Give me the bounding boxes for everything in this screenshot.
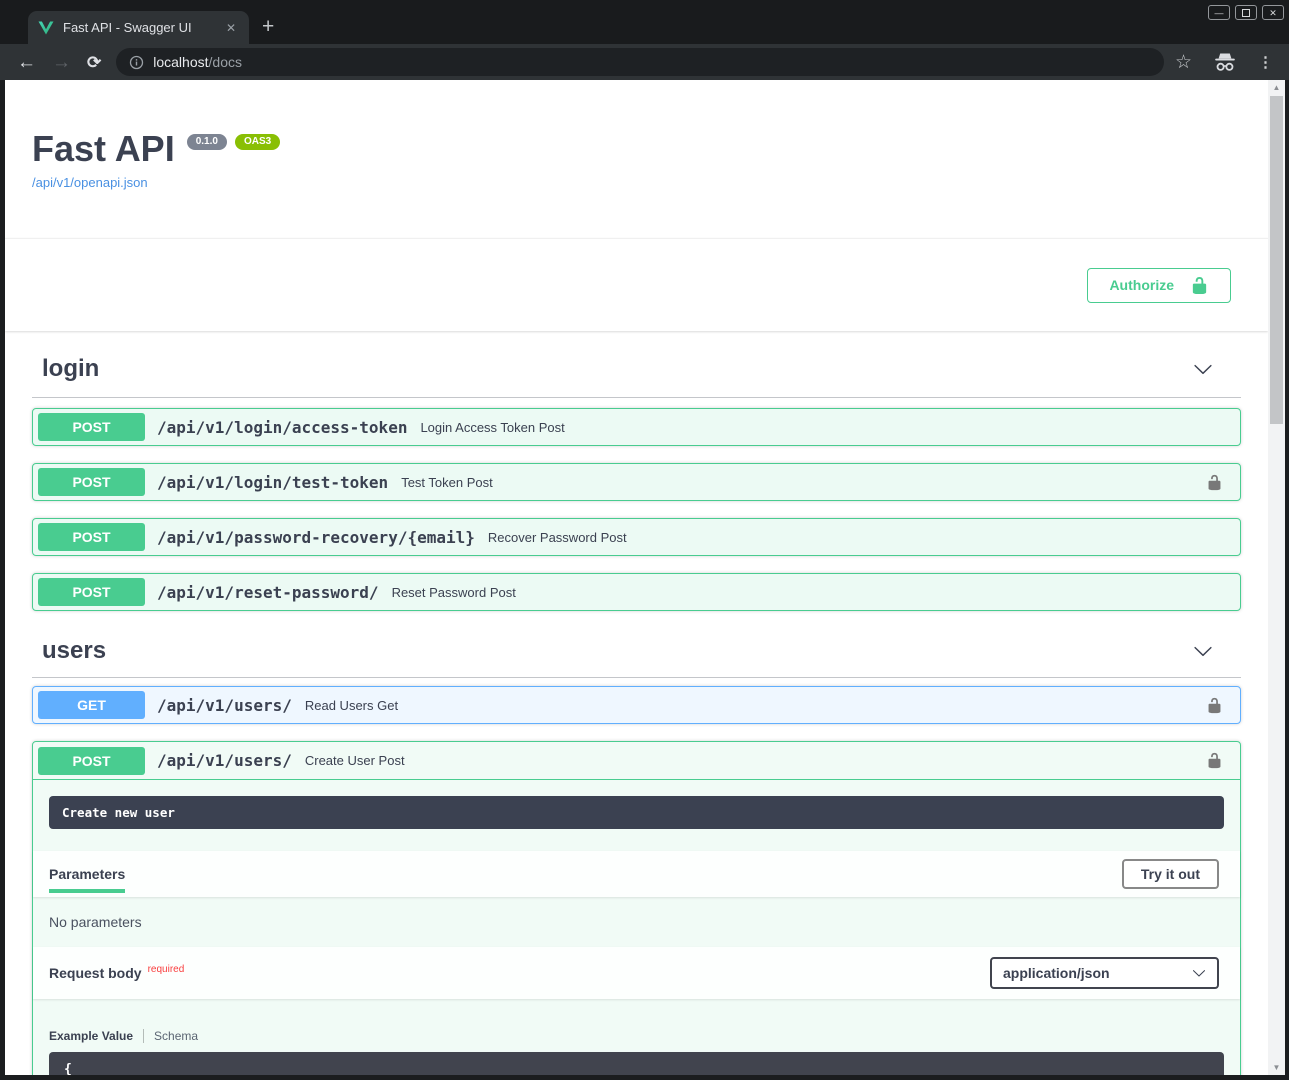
chevron-down-icon — [1192, 966, 1206, 980]
method-badge: GET — [38, 691, 145, 719]
oas3-badge: OAS3 — [235, 134, 280, 150]
authorize-button[interactable]: Authorize — [1087, 268, 1231, 303]
auth-lock-button[interactable] — [1206, 697, 1223, 714]
op-summary: Reset Password Post — [392, 585, 516, 600]
section-login-header[interactable]: login — [32, 345, 1241, 398]
required-label: required — [148, 964, 185, 975]
auth-lock-button[interactable] — [1206, 474, 1223, 491]
op-block-create-user: POST /api/v1/users/ Create User Post Cre… — [32, 741, 1241, 1075]
section-title: login — [42, 355, 99, 383]
authorize-label: Authorize — [1109, 277, 1174, 293]
page-title: Fast API 0.1.0 OAS3 — [32, 128, 1241, 170]
section-users-header[interactable]: users — [32, 631, 1241, 678]
tab-close-icon[interactable]: ✕ — [223, 21, 239, 35]
tab-example-value[interactable]: Example Value — [49, 1029, 133, 1043]
op-summary: Login Access Token Post — [420, 420, 564, 435]
op-row-login-test-token[interactable]: POST /api/v1/login/test-token Test Token… — [32, 463, 1241, 501]
op-row-login-access-token[interactable]: POST /api/v1/login/access-token Login Ac… — [32, 408, 1241, 446]
method-badge: POST — [38, 523, 145, 551]
op-row-create-user[interactable]: POST /api/v1/users/ Create User Post — [33, 742, 1240, 780]
new-tab-button[interactable]: + — [262, 13, 274, 41]
method-badge: POST — [38, 747, 145, 775]
auth-lock-button[interactable] — [1206, 752, 1223, 769]
content-type-select[interactable]: application/json — [990, 957, 1219, 989]
bookmark-star-icon[interactable]: ☆ — [1175, 51, 1192, 74]
content-type-value: application/json — [1003, 965, 1110, 981]
request-body-header: Request body required application/json — [33, 947, 1240, 999]
op-path: /api/v1/users/ — [157, 696, 292, 715]
window-controls: — ✕ — [1208, 5, 1284, 20]
tab-schema[interactable]: Schema — [154, 1029, 198, 1043]
section-users-ops: GET /api/v1/users/ Read Users Get POST /… — [32, 686, 1241, 1075]
maximize-button[interactable] — [1235, 5, 1257, 20]
op-summary: Read Users Get — [305, 698, 398, 713]
scroll-down-icon[interactable]: ▼ — [1268, 1060, 1285, 1075]
toolbar-actions: ☆ ⋮ — [1175, 51, 1273, 74]
unlock-icon — [1190, 276, 1209, 295]
close-button[interactable]: ✕ — [1262, 5, 1284, 20]
title-badges: 0.1.0 OAS3 — [187, 134, 280, 150]
op-row-read-users[interactable]: GET /api/v1/users/ Read Users Get — [32, 686, 1241, 724]
tab-strip: Fast API - Swagger UI ✕ + — ✕ — [0, 0, 1289, 44]
parameters-header: Parameters Try it out — [33, 851, 1240, 897]
browser-window: Fast API - Swagger UI ✕ + — ✕ ← → ⟳ loca… — [0, 0, 1289, 1080]
tab-parameters[interactable]: Parameters — [49, 851, 125, 897]
op-row-password-recovery[interactable]: POST /api/v1/password-recovery/{email} R… — [32, 518, 1241, 556]
scrollbar-thumb[interactable] — [1270, 96, 1283, 424]
unlock-icon — [1206, 697, 1223, 714]
scroll-up-icon[interactable]: ▲ — [1268, 80, 1285, 95]
op-path: /api/v1/login/access-token — [157, 418, 407, 437]
scrollbar[interactable]: ▲ ▼ — [1268, 80, 1285, 1075]
unlock-icon — [1206, 752, 1223, 769]
section-title: users — [42, 637, 106, 665]
op-row-reset-password[interactable]: POST /api/v1/reset-password/ Reset Passw… — [32, 573, 1241, 611]
method-badge: POST — [38, 468, 145, 496]
try-it-out-button[interactable]: Try it out — [1122, 859, 1219, 889]
chevron-down-icon[interactable] — [1193, 359, 1213, 379]
forward-icon[interactable]: → — [52, 53, 71, 72]
request-body-text: Request body — [49, 965, 142, 981]
url-bar[interactable]: localhost/docs — [116, 48, 1164, 76]
section-login: login POST /api/v1/login/access-token Lo… — [32, 345, 1241, 611]
example-code-block: { — [49, 1052, 1224, 1075]
section-login-ops: POST /api/v1/login/access-token Login Ac… — [32, 408, 1241, 611]
unlock-icon — [1206, 474, 1223, 491]
api-info: Fast API 0.1.0 OAS3 /api/v1/openapi.json — [32, 128, 1241, 192]
tab-title: Fast API - Swagger UI — [63, 20, 223, 35]
section-users: users GET /api/v1/users/ Read Users Get — [32, 631, 1241, 1075]
favicon-v-icon — [38, 21, 54, 35]
site-info-icon[interactable] — [129, 55, 144, 70]
op-path: /api/v1/login/test-token — [157, 473, 388, 492]
browser-tab[interactable]: Fast API - Swagger UI ✕ — [28, 11, 249, 44]
method-badge: POST — [38, 413, 145, 441]
incognito-icon — [1213, 52, 1237, 73]
op-summary: Create User Post — [305, 753, 405, 768]
back-icon[interactable]: ← — [17, 53, 36, 72]
maximize-icon — [1242, 9, 1250, 17]
model-example-tabs: Example Value Schema — [49, 1029, 1224, 1043]
openapi-spec-link[interactable]: /api/v1/openapi.json — [32, 175, 148, 190]
url-path: /docs — [209, 54, 242, 70]
op-summary: Recover Password Post — [488, 530, 627, 545]
version-badge: 0.1.0 — [187, 134, 227, 150]
op-description: Create new user — [49, 796, 1224, 829]
browser-menu-icon[interactable]: ⋮ — [1258, 53, 1273, 71]
minimize-button[interactable]: — — [1208, 5, 1230, 20]
method-badge: POST — [38, 578, 145, 606]
reload-icon[interactable]: ⟳ — [87, 53, 101, 72]
browser-toolbar: ← → ⟳ localhost/docs ☆ ⋮ — [0, 44, 1289, 80]
op-path: /api/v1/password-recovery/{email} — [157, 528, 475, 547]
chevron-down-icon[interactable] — [1193, 641, 1213, 661]
op-path: /api/v1/reset-password/ — [157, 583, 379, 602]
request-body-label: Request body required — [49, 965, 184, 981]
page-content: Fast API 0.1.0 OAS3 /api/v1/openapi.json… — [5, 80, 1268, 1075]
api-title-text: Fast API — [32, 128, 175, 170]
tab-separator — [143, 1029, 144, 1043]
op-summary: Test Token Post — [401, 475, 493, 490]
url-host: localhost — [153, 54, 208, 70]
scheme-container: Authorize — [5, 238, 1268, 331]
no-parameters-text: No parameters — [33, 897, 1240, 947]
op-path: /api/v1/users/ — [157, 751, 292, 770]
